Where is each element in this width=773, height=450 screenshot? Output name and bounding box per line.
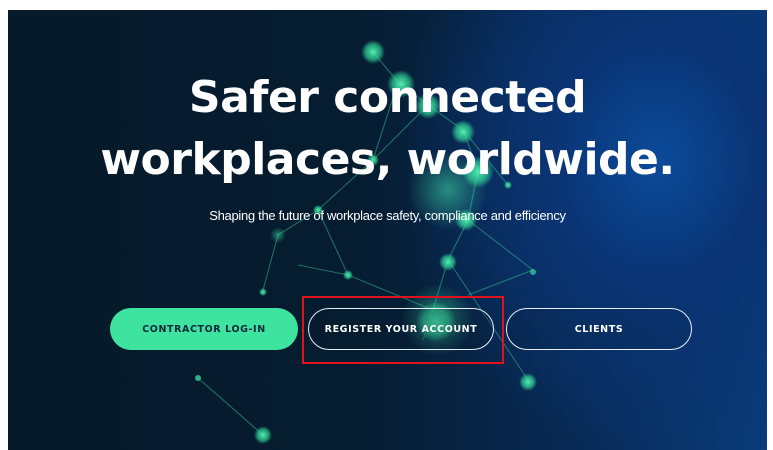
contractor-login-button[interactable]: CONTRACTOR LOG-IN <box>110 308 298 350</box>
headline-line-1: Safer connected <box>188 72 587 123</box>
clients-button[interactable]: CLIENTS <box>506 308 692 350</box>
hero-subtitle: Shaping the future of workplace safety, … <box>209 208 566 223</box>
hero-section: Safer connected workplaces, worldwide. S… <box>8 10 767 450</box>
register-account-button[interactable]: REGISTER YOUR ACCOUNT <box>308 308 494 350</box>
headline-line-2: workplaces, worldwide. <box>100 134 675 185</box>
screenshot-frame: Safer connected workplaces, worldwide. S… <box>0 0 773 450</box>
